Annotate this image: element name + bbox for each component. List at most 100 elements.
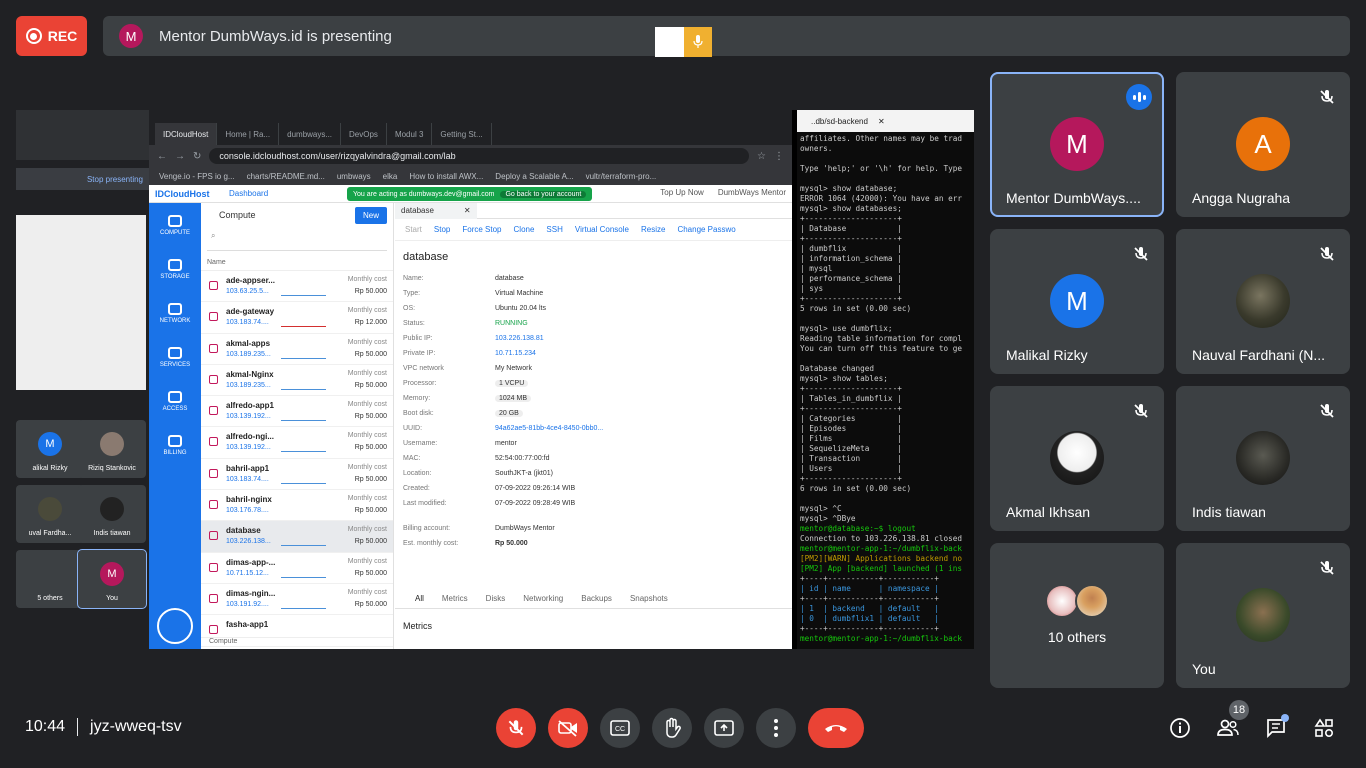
- go-back-button[interactable]: Go back to your account: [500, 190, 587, 198]
- stop-button[interactable]: Stop: [434, 225, 450, 234]
- dashboard-link[interactable]: Dashboard: [229, 189, 268, 198]
- present-now-button[interactable]: [704, 708, 744, 748]
- mic-toggle-button[interactable]: [496, 708, 536, 748]
- usage-bar: [281, 482, 326, 484]
- avatar: M: [1050, 274, 1104, 328]
- vm-list-item[interactable]: bahril-nginx 103.176.78.... Monthly cost Rp…: [201, 490, 393, 522]
- participant-tile[interactable]: Indis tiawan: [1176, 386, 1350, 531]
- nav-billing[interactable]: BILLING: [149, 423, 201, 467]
- nav-network[interactable]: NETWORK: [149, 291, 201, 335]
- nav-access[interactable]: ACCESS: [149, 379, 201, 423]
- browser-tab[interactable]: Home | Ra...: [217, 123, 280, 145]
- change-password-button[interactable]: Change Passwo: [677, 225, 735, 234]
- vm-list-footer[interactable]: Compute: [201, 637, 393, 649]
- star-icon[interactable]: ☆: [757, 151, 766, 162]
- browser-tab[interactable]: Getting St...: [432, 123, 492, 145]
- tab-all[interactable]: All: [415, 594, 424, 603]
- field-value: My Network: [495, 365, 532, 372]
- start-button[interactable]: Start: [405, 225, 422, 234]
- leave-call-button[interactable]: [808, 708, 864, 748]
- field-value-text: 10.71.15.234: [495, 350, 536, 357]
- camera-toggle-button[interactable]: [548, 708, 588, 748]
- participant-tile[interactable]: Nauval Fardhani (N...: [1176, 229, 1350, 374]
- nav-compute[interactable]: COMPUTE: [149, 203, 201, 247]
- terminal-line: mysql> ^C: [800, 504, 842, 513]
- property-row: Processor: 1 VCPU: [395, 380, 792, 395]
- vm-price: Rp 50.000: [354, 569, 387, 577]
- self-tile[interactable]: You: [1176, 543, 1350, 688]
- participant-tile[interactable]: Akmal Ikhsan: [990, 386, 1164, 531]
- terminal-line: [PM2] App [backend] launched (1 ins: [800, 564, 962, 573]
- bookmark[interactable]: umbways: [337, 172, 371, 181]
- vm-search-input[interactable]: ⌕: [207, 231, 387, 251]
- participant-tile[interactable]: A Angga Nugraha: [1176, 72, 1350, 217]
- virtual-console-button[interactable]: Virtual Console: [575, 225, 629, 234]
- stop-presenting-button[interactable]: Stop presenting: [16, 168, 149, 190]
- recording-indicator[interactable]: REC: [16, 16, 87, 56]
- resize-button[interactable]: Resize: [641, 225, 665, 234]
- tab-metrics[interactable]: Metrics: [442, 594, 468, 603]
- more-options-button[interactable]: [756, 708, 796, 748]
- browser-tab[interactable]: dumbways...: [279, 123, 342, 145]
- vm-list-column[interactable]: Name: [201, 255, 393, 271]
- vm-ip: 103.139.192...: [226, 413, 271, 421]
- tab-snapshots[interactable]: Snapshots: [630, 594, 668, 603]
- forward-icon[interactable]: →: [175, 151, 185, 162]
- bookmark[interactable]: charts/README.md...: [247, 172, 325, 181]
- top-up-link[interactable]: Top Up Now: [660, 188, 704, 197]
- browser-tab[interactable]: IDCloudHost: [155, 123, 218, 145]
- browser-tab[interactable]: DevOps: [341, 123, 387, 145]
- account-menu[interactable]: DumbWays Mentor: [718, 188, 786, 197]
- bookmark[interactable]: Venge.io - FPS io g...: [159, 172, 235, 181]
- force-stop-button[interactable]: Force Stop: [462, 225, 501, 234]
- vm-list-item[interactable]: alfredo-ngi... 103.139.192... Monthly cost…: [201, 427, 393, 459]
- vm-list-item[interactable]: dimas-ngin... 103.191.92.... Monthly cost R…: [201, 584, 393, 616]
- participant-tile[interactable]: M Mentor DumbWays....: [990, 72, 1164, 217]
- menu-icon[interactable]: ⋮: [774, 151, 784, 162]
- terminal-output[interactable]: affiliates. Other names may be trad owne…: [797, 132, 974, 646]
- tab-disks[interactable]: Disks: [486, 594, 506, 603]
- vm-list-item[interactable]: dimas-app-... 10.71.15.12... Monthly cost R…: [201, 553, 393, 584]
- nav-storage[interactable]: STORAGE: [149, 247, 201, 291]
- people-count-badge: 18: [1229, 700, 1249, 720]
- close-icon[interactable]: ✕: [464, 206, 471, 215]
- nav-services[interactable]: SERVICES: [149, 335, 201, 379]
- bookmark[interactable]: elka: [383, 172, 398, 181]
- vm-list-item[interactable]: ade-gateway 103.183.74.... Monthly cost Rp …: [201, 302, 393, 334]
- vm-list-item[interactable]: ade-appser... 103.63.25.5... Monthly cost R…: [201, 271, 393, 303]
- terminal-tab[interactable]: ..db/sd-backend ✕: [797, 110, 974, 132]
- captions-button[interactable]: CC: [600, 708, 640, 748]
- bookmark[interactable]: vultr/terraform-pro...: [586, 172, 657, 181]
- browser-tab[interactable]: Modul 3: [387, 123, 433, 145]
- bookmark[interactable]: Deploy a Scalable A...: [495, 172, 573, 181]
- vm-list-item[interactable]: bahril-app1 103.183.74.... Monthly cost Rp …: [201, 459, 393, 491]
- terminal-line: mysql> show tables;: [800, 374, 888, 383]
- close-icon[interactable]: ✕: [878, 117, 885, 126]
- support-chat-button[interactable]: [157, 608, 193, 644]
- vm-list-item[interactable]: alfredo-app1 103.139.192... Monthly cost Rp…: [201, 396, 393, 428]
- reload-icon[interactable]: ↻: [193, 151, 201, 162]
- terminal-line: [PM2][WARN] Applications backend no: [800, 554, 962, 563]
- back-icon[interactable]: ←: [157, 151, 167, 162]
- tab-networking[interactable]: Networking: [523, 594, 563, 603]
- ssh-button[interactable]: SSH: [546, 225, 562, 234]
- tab-backups[interactable]: Backups: [581, 594, 612, 603]
- participant-tile[interactable]: M Malikal Rizky: [990, 229, 1164, 374]
- address-bar[interactable]: console.idcloudhost.com/user/rizqyalvind…: [209, 148, 750, 164]
- info-icon: [1170, 718, 1190, 738]
- vm-list-item[interactable]: akmal-Nginx 103.189.235... Monthly cost Rp …: [201, 365, 393, 397]
- vm-list-item[interactable]: database 103.226.138... Monthly cost Rp 50.…: [201, 521, 393, 553]
- raise-hand-button[interactable]: [652, 708, 692, 748]
- bookmark[interactable]: How to install AWX...: [409, 172, 483, 181]
- billing-row: Billing account: DumbWays Mentor: [395, 525, 792, 540]
- field-value: 1024 MB: [495, 395, 532, 402]
- clone-button[interactable]: Clone: [514, 225, 535, 234]
- meeting-details-button[interactable]: [1168, 716, 1192, 740]
- activities-button[interactable]: [1312, 716, 1336, 740]
- present-screen-icon: [714, 720, 734, 736]
- vm-list-item[interactable]: akmal-apps 103.189.235... Monthly cost Rp 5…: [201, 334, 393, 365]
- others-tile[interactable]: 10 others: [990, 543, 1164, 688]
- presenter-mini-preview[interactable]: [655, 27, 712, 57]
- detail-tab[interactable]: database ✕: [395, 202, 477, 219]
- new-vm-button[interactable]: New: [354, 206, 387, 224]
